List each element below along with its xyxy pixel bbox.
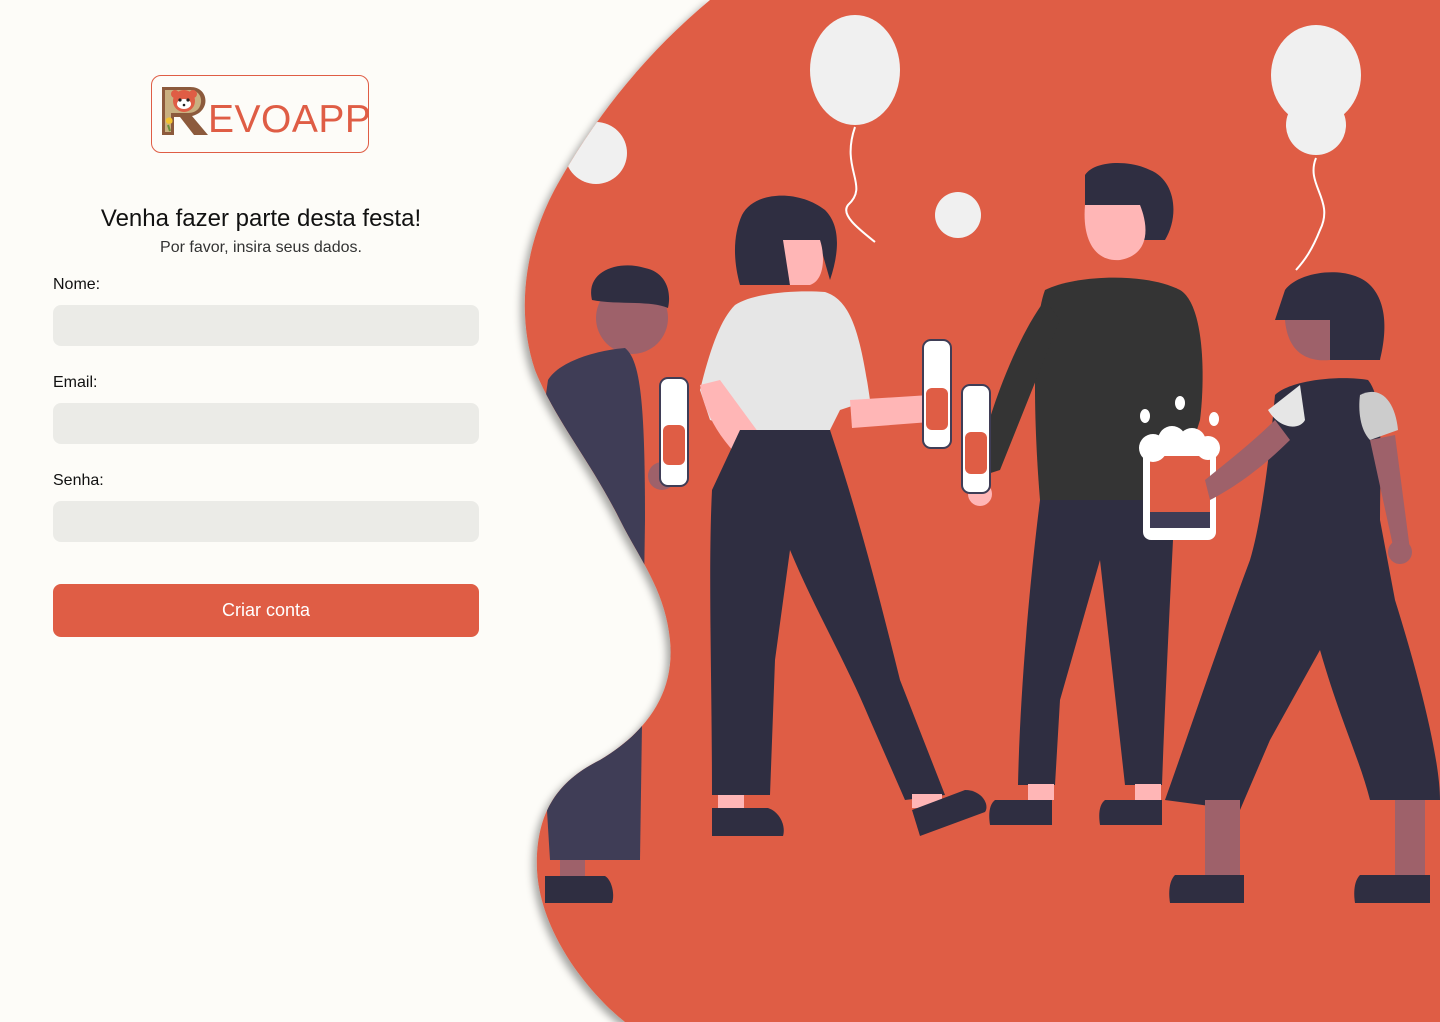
brand-logo: EVOAPP	[151, 75, 372, 153]
signup-form-panel: EVOAPP Venha fazer parte desta festa! Po…	[53, 0, 479, 1022]
password-input[interactable]	[53, 501, 479, 542]
red-panda-letter-logo-icon	[162, 87, 208, 135]
create-account-button[interactable]: Criar conta	[53, 584, 479, 637]
password-label: Senha:	[53, 472, 104, 489]
email-label: Email:	[53, 374, 98, 391]
page-title: Venha fazer parte desta festa!	[100, 205, 422, 232]
name-label: Nome:	[53, 276, 101, 293]
page-subtitle: Por favor, insira seus dados.	[160, 239, 362, 256]
email-input[interactable]	[53, 403, 479, 444]
brand-name: EVOAPP	[208, 98, 372, 141]
name-input[interactable]	[53, 305, 479, 346]
signup-page: EVOAPP Venha fazer parte desta festa! Po…	[0, 0, 1440, 1022]
